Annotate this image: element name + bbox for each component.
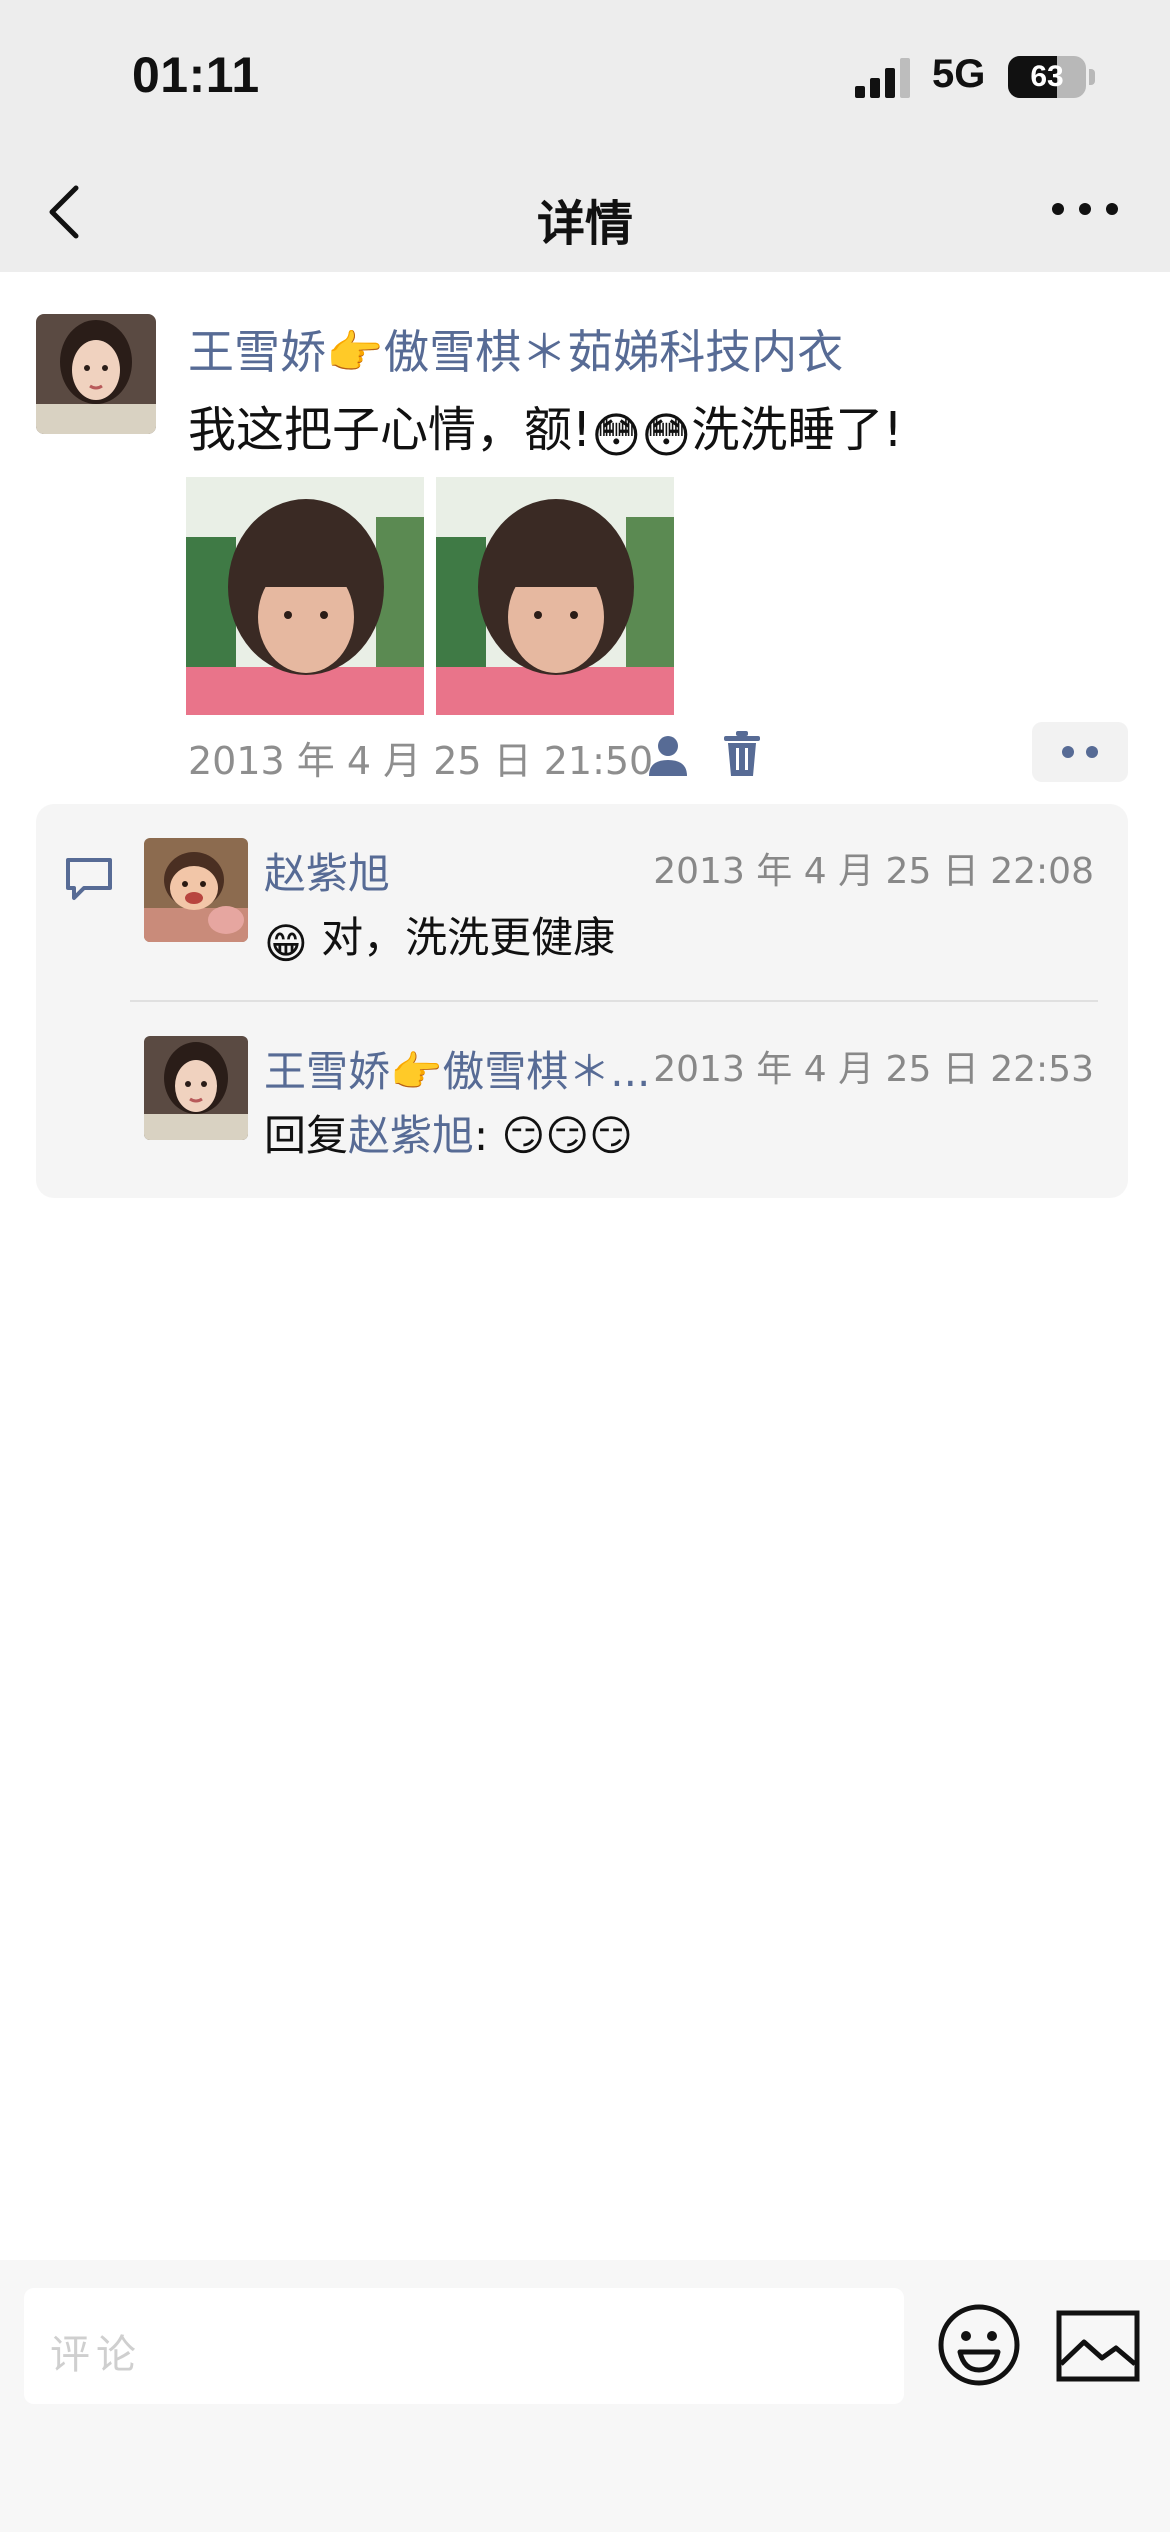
comment-section: 赵紫旭 2013 年 4 月 25 日 22:08 😁 对，洗洗更健康 王雪娇👉… (36, 804, 1128, 1198)
comment-body: 对，洗洗更健康 (307, 913, 616, 962)
post-text: 我这把子心情，额!😳😳洗洗睡了! (188, 390, 903, 464)
image-icon[interactable] (1056, 2310, 1140, 2382)
network-type: 5G (932, 52, 986, 96)
comment-text: 😁 对，洗洗更健康 (264, 904, 615, 968)
status-time: 01:11 (132, 47, 260, 103)
comment-emoji: 😁 (264, 919, 308, 968)
friend-icon[interactable] (645, 732, 691, 778)
nav-bar: 详情 (0, 152, 1170, 272)
divider (130, 1000, 1098, 1002)
battery-level: 63 (1030, 60, 1064, 93)
post-text-end: 洗洗睡了! (691, 402, 903, 458)
status-bar: 01:11 5G 63 (0, 0, 1170, 152)
comment-input-bar: 评论 (0, 2260, 1170, 2532)
more-icon[interactable] (1050, 194, 1120, 224)
post-text-main: 我这把子心情，额! (188, 402, 592, 458)
photo-image (186, 477, 424, 715)
comment-input[interactable]: 评论 (24, 2288, 904, 2404)
comment-text: 回复赵紫旭: 😏😏😏 (264, 1102, 633, 1163)
avatar-image (144, 838, 248, 942)
comment-author[interactable]: 赵紫旭 (264, 840, 390, 901)
comment-body: : 😏😏😏 (474, 1111, 633, 1160)
delete-icon[interactable] (722, 730, 762, 778)
avatar[interactable] (36, 314, 156, 434)
reply-to-name[interactable]: 赵紫旭 (348, 1111, 474, 1160)
comment-timestamp: 2013 年 4 月 25 日 22:08 (653, 851, 1094, 892)
avatar-image (144, 1036, 248, 1140)
post-author[interactable]: 王雪娇👉傲雪棋＊茹娣科技内衣 (188, 316, 843, 382)
dot (1086, 746, 1098, 758)
input-placeholder: 评论 (50, 2332, 142, 2378)
comment-icon (66, 858, 112, 900)
avatar-image (36, 314, 156, 434)
post-photo-2[interactable] (436, 477, 674, 715)
battery-icon: 63 (1008, 56, 1086, 98)
signal-icon (855, 58, 910, 98)
post-timestamp: 2013 年 4 月 25 日 21:50 (188, 739, 654, 783)
battery-tip (1089, 69, 1095, 85)
dot (1062, 746, 1074, 758)
emoji-icon[interactable] (936, 2302, 1022, 2388)
page-title: 详情 (536, 196, 633, 252)
more-dots-icon[interactable] (1032, 722, 1128, 782)
comment-author[interactable]: 王雪娇👉傲雪棋＊... (264, 1038, 650, 1099)
comment-timestamp: 2013 年 4 月 25 日 22:53 (653, 1049, 1094, 1090)
avatar[interactable] (144, 838, 248, 942)
reply-prefix: 回复 (264, 1111, 349, 1160)
post-emojis: 😳😳 (591, 408, 692, 464)
post-photo-1[interactable] (186, 477, 424, 715)
avatar[interactable] (144, 1036, 248, 1140)
photo-image (436, 477, 674, 715)
